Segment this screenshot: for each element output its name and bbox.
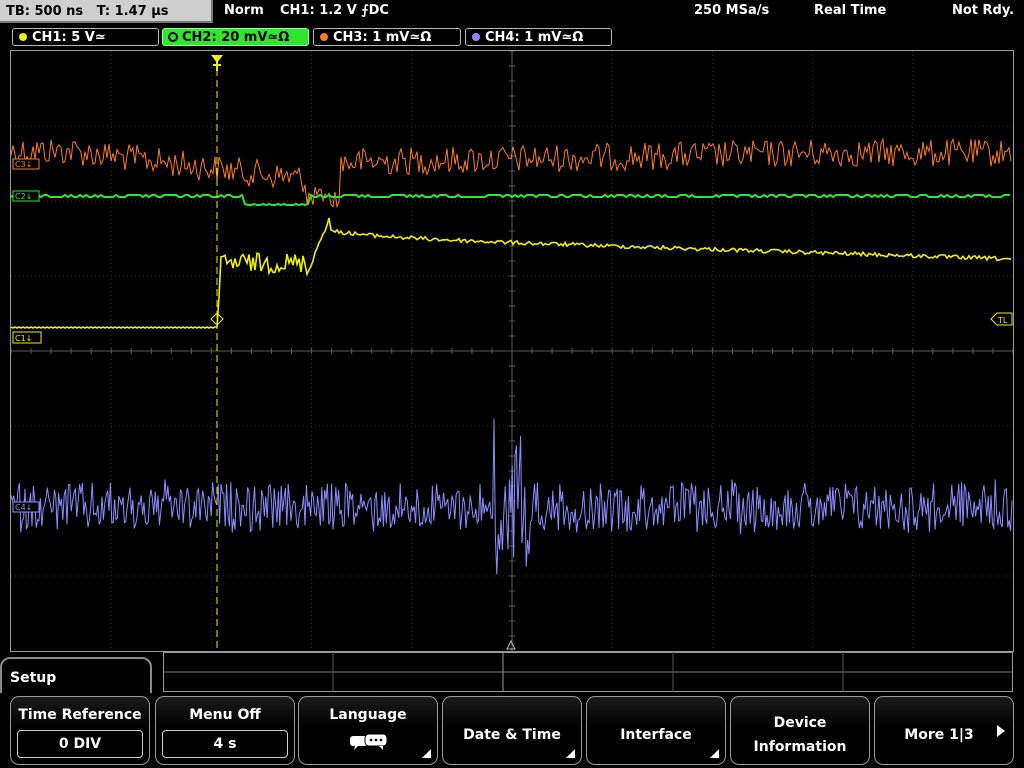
- channel-1-dot: [19, 33, 27, 41]
- setup-menu-title: Setup: [10, 670, 57, 686]
- menu-off-button[interactable]: Menu Off 4 s: [155, 696, 295, 765]
- trigger-time-value: T: 1.47 µs: [96, 4, 169, 19]
- menu-off-label: Menu Off: [189, 707, 261, 723]
- channel-4-dot: [472, 33, 480, 41]
- trigger-level-label: TL: [997, 316, 1008, 325]
- channel-4-tab[interactable]: CH4: 1 mV≃Ω: [465, 28, 612, 46]
- channel-4-label: CH4: 1 mV≃Ω: [485, 30, 584, 45]
- channel-1-label: CH1: 5 V≃: [32, 30, 106, 45]
- graticule-grid: [11, 51, 1013, 651]
- more-button[interactable]: More 1|3: [874, 696, 1014, 765]
- language-submenu-arrow: [422, 749, 431, 758]
- speech-bubbles-icon: [350, 733, 388, 750]
- interface-label: Interface: [620, 727, 692, 743]
- trigger-level-marker[interactable]: TL: [990, 312, 1013, 326]
- channel-2-trace: [11, 193, 1010, 207]
- menu-off-value: 4 s: [162, 730, 288, 758]
- acquisition-mode: Real Time: [814, 3, 887, 18]
- device-information-label-1: Device: [773, 715, 827, 731]
- channel-3-dot: [320, 33, 328, 41]
- trigger-setting[interactable]: CH1: 1.2 V ⨍DC: [280, 3, 389, 18]
- date-time-label: Date & Time: [463, 727, 561, 743]
- time-reference-value: 0 DIV: [17, 730, 143, 758]
- channel-1-tab[interactable]: CH1: 5 V≃: [12, 28, 159, 46]
- device-information-label-2: Information: [753, 739, 847, 755]
- channel-2-marker-label: C2↓: [15, 192, 32, 201]
- language-button[interactable]: Language: [298, 696, 438, 765]
- time-reference-button[interactable]: Time Reference 0 DIV: [10, 696, 150, 765]
- device-information-button[interactable]: Device Information: [730, 696, 870, 765]
- timebase-value: TB: 500 ns: [6, 4, 84, 19]
- trigger-mode[interactable]: Norm: [224, 3, 264, 18]
- status-bar: TB: 500 ns T: 1.47 µs Norm CH1: 1.2 V ⨍D…: [0, 0, 1024, 26]
- setup-menu-tab[interactable]: Setup: [0, 657, 152, 697]
- acquisition-status: Not Rdy.: [952, 3, 1015, 18]
- channel-3-tab[interactable]: CH3: 1 mV≃Ω: [313, 28, 461, 46]
- channel-1-marker-label: C1↓: [15, 334, 32, 343]
- next-page-icon: [997, 725, 1005, 737]
- channel-1-marker[interactable]: C1↓: [12, 331, 42, 344]
- timebase-box[interactable]: TB: 500 ns T: 1.47 µs: [0, 0, 213, 23]
- date-time-button[interactable]: Date & Time: [442, 696, 582, 765]
- interface-submenu-arrow: [710, 749, 719, 758]
- interface-button[interactable]: Interface: [586, 696, 726, 765]
- sample-rate: 250 MSa/s: [694, 3, 770, 18]
- channel-2-dot: [169, 33, 177, 41]
- softkey-bar: Time Reference 0 DIV Menu Off 4 s Langua…: [0, 693, 1024, 768]
- channel-2-tab[interactable]: CH2: 20 mV≃Ω: [162, 28, 309, 46]
- channel-tabs: CH1: 5 V≃ CH2: 20 mV≃Ω CH3: 1 mV≃Ω CH4: …: [0, 26, 1024, 48]
- waveform-canvas[interactable]: C3↓ C2↓ C1↓ C4↓ TL: [11, 51, 1013, 651]
- time-reference-label: Time Reference: [18, 707, 142, 723]
- channel-4-marker[interactable]: C4↓: [12, 501, 40, 513]
- info-panel-grid: [163, 652, 1013, 692]
- trigger-position-icon[interactable]: [211, 55, 223, 71]
- info-panel: [163, 652, 1013, 692]
- more-label: More 1|3: [904, 727, 974, 743]
- channel-3-marker[interactable]: C3↓: [12, 158, 40, 170]
- channel-2-label: CH2: 20 mV≃Ω: [182, 30, 290, 45]
- channel-4-marker-label: C4↓: [15, 503, 32, 512]
- channel-3-label: CH3: 1 mV≃Ω: [333, 30, 432, 45]
- channel-1-trace: [11, 217, 1012, 329]
- date-time-submenu-arrow: [566, 749, 575, 758]
- channel-3-marker-label: C3↓: [15, 160, 32, 169]
- waveform-display[interactable]: C3↓ C2↓ C1↓ C4↓ TL: [10, 50, 1014, 652]
- channel-2-marker[interactable]: C2↓: [12, 190, 40, 202]
- time-reference-marker: [506, 639, 516, 650]
- language-label: Language: [329, 707, 407, 723]
